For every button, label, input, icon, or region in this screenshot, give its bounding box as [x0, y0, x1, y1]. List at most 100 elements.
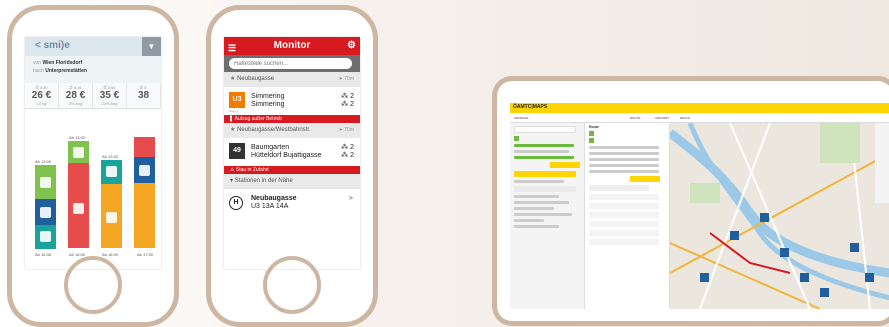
destination: Simmering Simmering [251, 93, 285, 108]
parking-icon[interactable] [780, 248, 789, 257]
marker-icon [514, 136, 519, 141]
home-button[interactable] [263, 256, 321, 314]
request-panel [510, 123, 585, 309]
time-label: Ab 13:05 [35, 159, 52, 164]
option-line [514, 219, 544, 222]
bus-icon [40, 207, 51, 218]
home-button[interactable] [64, 256, 122, 314]
map-view[interactable] [670, 123, 889, 309]
departure-row[interactable]: U3 Gleis 1 Simmering Simmering ⁂ 2 ⁂ 2 [224, 87, 360, 115]
option-line [514, 225, 559, 228]
alert-banner[interactable]: ▌ Aufzug außer Betrieb [224, 115, 360, 123]
park [690, 183, 720, 203]
service-item[interactable] [589, 212, 659, 218]
route-show-button[interactable] [550, 162, 580, 168]
station-row[interactable]: H Neubaugasse U3 13A 14A ➤ [224, 189, 360, 217]
parking-icon[interactable] [865, 273, 874, 282]
train-icon [40, 231, 51, 242]
services-header [589, 185, 649, 191]
end-icon [589, 138, 594, 143]
parking-icon[interactable] [760, 213, 769, 222]
phone-smile: < smi)e ▼ von Wien Floridsdorf nach Unte… [7, 5, 179, 327]
bus-segment[interactable] [35, 199, 56, 225]
countdown: ⁂ 2 ⁂ 2 [341, 93, 354, 108]
road [699, 123, 771, 309]
start-icon [589, 131, 594, 136]
page-title: Monitor [273, 40, 311, 51]
zoom-control[interactable] [875, 123, 889, 203]
star-icon[interactable]: ★ [230, 76, 235, 82]
road [729, 123, 811, 309]
phone-monitor: ☰ Monitor ⚙ ★ Neubaugasse➤ 70m U3 Gleis … [206, 5, 378, 327]
price-row: ⏱ 3:30 26 €10 kg ⏱ 4:16 28 €0% Ang ⏱ 3:56 3… [25, 83, 161, 109]
options-field[interactable] [514, 186, 576, 192]
via-field[interactable] [514, 150, 569, 153]
search-input[interactable] [229, 58, 352, 69]
smile-screen: < smi)e ▼ von Wien Floridsdorf nach Unte… [25, 37, 161, 269]
maps-header: ÖAMTC|MAPS [510, 103, 889, 113]
detail-line [589, 164, 659, 167]
service-item[interactable] [589, 221, 659, 227]
start-field[interactable] [514, 144, 574, 147]
section-header: ★ Neubaugasse ➤ 70m [224, 72, 360, 87]
route-option[interactable] [514, 136, 580, 141]
bike-segment[interactable] [68, 141, 89, 163]
service-item[interactable] [589, 203, 659, 209]
route-button[interactable] [630, 176, 660, 182]
countdown: ⁂ 2 ⁂ 2 [341, 144, 354, 159]
parking-icon[interactable] [700, 273, 709, 282]
tab-anfahrt[interactable]: ANFAHRT [655, 116, 669, 120]
walk-icon [40, 177, 51, 188]
route-panel: Route [585, 123, 670, 309]
smile-logo[interactable]: < smi)e [35, 40, 70, 51]
train-segment[interactable] [101, 160, 122, 184]
navigate-icon[interactable]: ➤ [348, 195, 354, 203]
maps-logo[interactable]: ÖAMTC|MAPS [513, 104, 547, 110]
car-segment[interactable] [68, 163, 89, 248]
gear-icon[interactable]: ⚙ [347, 37, 356, 55]
tab-bar: ANFRAGE ROUTE ANFAHRT DETAIL [510, 113, 889, 123]
section-header: ▾ Stationen in der Nähe [224, 174, 360, 189]
route-start[interactable] [589, 131, 665, 136]
time-label: Ab 16:00 [102, 252, 119, 257]
service-item[interactable] [589, 239, 659, 245]
route-end[interactable] [589, 138, 665, 143]
bus-segment[interactable] [134, 157, 155, 183]
star-icon[interactable]: ★ [230, 127, 235, 133]
map-canvas [670, 123, 889, 309]
parking-icon[interactable] [850, 243, 859, 252]
route-summary[interactable]: von Wien Floridsdorf nach Unterpremstätt… [25, 56, 161, 83]
search-field[interactable] [514, 126, 576, 133]
service-item[interactable] [589, 194, 659, 200]
filter-icon[interactable]: ▼ [142, 37, 161, 56]
destination: Baumgarten Hütteldorf Bujattigasse [251, 144, 322, 159]
parking-icon[interactable] [820, 288, 829, 297]
station-icon: H [229, 196, 243, 210]
parking-icon[interactable] [800, 273, 809, 282]
walk-segment[interactable] [35, 165, 56, 199]
target-field[interactable] [514, 156, 574, 159]
price-option-4[interactable]: ⏱ 3: 38 [127, 83, 161, 108]
date-field[interactable] [514, 171, 576, 177]
price-option-2[interactable]: ⏱ 4:16 28 €0% Ang [59, 83, 93, 108]
station-name: Neubaugasse U3 13A 14A [251, 195, 297, 210]
price-option-3[interactable]: ⏱ 3:56 35 €23% Ang [93, 83, 127, 108]
price-option-1[interactable]: ⏱ 3:30 26 €10 kg [25, 83, 59, 108]
park [820, 123, 860, 163]
parking-icon[interactable] [730, 231, 739, 240]
taxi-segment[interactable] [101, 184, 122, 248]
car-segment[interactable] [134, 137, 155, 157]
tab-detail[interactable]: DETAIL [680, 116, 690, 120]
service-item[interactable] [589, 230, 659, 236]
train-segment[interactable] [35, 225, 56, 249]
alert-banner[interactable]: ⚠ Stau in Zufahrt [224, 166, 360, 174]
taxi-icon [106, 212, 117, 223]
line-badge: 49 [229, 143, 245, 159]
taxi-segment[interactable] [134, 183, 155, 248]
journey-bars: Ab 13:05 Ab 15:35 Ab 13:02 Ab 16:00 Ab 1… [25, 109, 161, 269]
tablet-maps: ÖAMTC|MAPS ANFRAGE ROUTE ANFAHRT DETAIL [492, 76, 889, 326]
detail-line [589, 158, 659, 161]
search-bar [224, 55, 360, 72]
tab-route[interactable]: ROUTE [630, 116, 641, 120]
departure-row[interactable]: 49 Baumgarten Hütteldorf Bujattigasse ⁂ 2… [224, 138, 360, 166]
